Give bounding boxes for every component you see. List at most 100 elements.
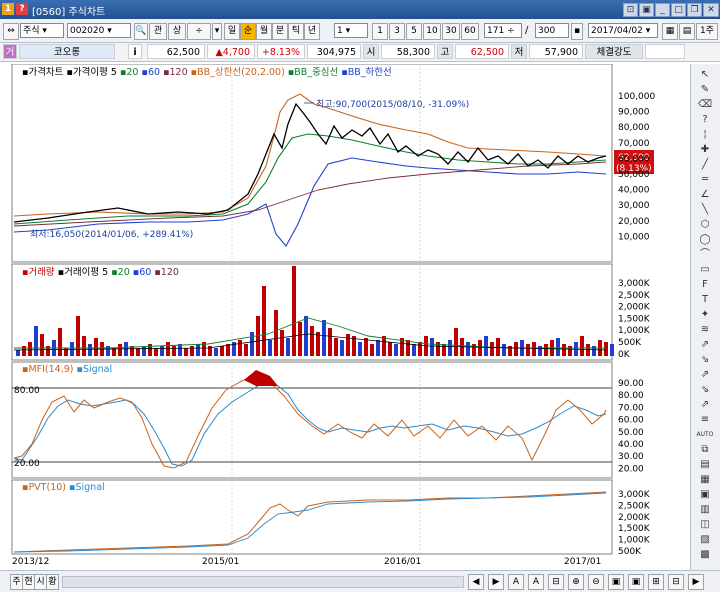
x-tick-label: 2016/01 [384, 557, 421, 567]
hatch-icon[interactable]: ▧ [696, 533, 714, 547]
arrow-up-icon[interactable]: ⇗ [696, 398, 714, 412]
scroll-left-icon[interactable]: ◀ [468, 574, 484, 590]
eraser-icon[interactable]: ⌫ [696, 98, 714, 112]
copy-icon[interactable]: ⧉ [696, 443, 714, 457]
info-icon[interactable]: i [128, 44, 142, 59]
collapse-icon[interactable]: ⊟ [548, 574, 564, 590]
divider-icon[interactable]: ¦ [696, 128, 714, 142]
legend-item: 가격이평 5 [73, 66, 117, 78]
hexagon-icon[interactable]: ⬡ [696, 218, 714, 232]
count-input[interactable]: 171 ÷ [484, 23, 522, 38]
horizontal-line-icon[interactable]: ═ [696, 173, 714, 187]
sang-button[interactable]: 상 [168, 23, 186, 40]
scroll-right-icon[interactable]: ▶ [488, 574, 504, 590]
restore-icon[interactable]: ❐ [687, 3, 702, 17]
period-month[interactable]: 월 [256, 23, 272, 40]
volume-bar [580, 336, 584, 356]
lines-icon[interactable]: ≡ [696, 413, 714, 427]
stock-code-input[interactable]: 002020 ▾ [67, 23, 131, 38]
low-annotation: 최저:16,050(2014/01/06, +289.41%) [30, 229, 193, 240]
period-week[interactable]: 순 [240, 23, 256, 40]
toolbar: ⇔ 주식 ▾ 002020 ▾ 🔍 관 상 ÷ ▾ 일 순 월 분 틱 년 1 … [0, 19, 720, 43]
y-tick-label: 80,000 [618, 123, 650, 133]
help-icon[interactable]: ? [696, 113, 714, 127]
mfi-panel[interactable] [11, 361, 613, 479]
arrow-up-icon[interactable]: ⇗ [696, 368, 714, 382]
save-icon[interactable]: ▣ [608, 574, 624, 590]
wave-icon[interactable]: ≋ [696, 323, 714, 337]
maximize-icon[interactable]: □ [671, 3, 686, 17]
period-day[interactable]: 일 [224, 23, 240, 40]
zoom-out-icon[interactable]: ⊖ [588, 574, 604, 590]
table-icon[interactable]: ▤ [696, 458, 714, 472]
y-tick-label: 70,000 [618, 139, 650, 149]
arrow-up-icon[interactable]: ⇗ [696, 338, 714, 352]
date-input[interactable]: 2017/04/02 ▾ [588, 23, 658, 38]
volume-bar [448, 340, 452, 356]
link-icon[interactable]: ⊡ [623, 3, 638, 17]
play-icon[interactable]: ▶ [688, 574, 704, 590]
close-icon[interactable]: ✕ [703, 3, 719, 17]
trend-line-icon[interactable]: ╱ [696, 158, 714, 172]
scroll-track[interactable] [62, 576, 464, 588]
crosshair-icon[interactable]: ✚ [696, 143, 714, 157]
angle-icon[interactable]: ∠ [696, 188, 714, 202]
quick-10[interactable]: 10 [423, 23, 441, 40]
search-icon[interactable]: 🔍 [134, 23, 148, 40]
dropdown-icon[interactable]: ▾ [212, 23, 222, 40]
tab-hwang[interactable]: 황 [46, 574, 59, 590]
auto-icon[interactable]: AUTO [696, 428, 714, 442]
market-select[interactable]: 주식 ▾ [20, 23, 64, 38]
font-smaller-icon[interactable]: A [528, 574, 544, 590]
interval-select[interactable]: 1 ▾ [334, 23, 368, 38]
text-icon[interactable]: T [696, 293, 714, 307]
fibonacci-icon[interactable]: F [696, 278, 714, 292]
pen-icon[interactable]: ✎ [696, 83, 714, 97]
legend-item: 120 [161, 267, 179, 278]
image-icon[interactable]: ▣ [628, 574, 644, 590]
panel-icon[interactable]: ▣ [696, 488, 714, 502]
period-tick[interactable]: 틱 [288, 23, 304, 40]
nav-arrows-icon[interactable]: ⇔ [3, 23, 19, 40]
font-larger-icon[interactable]: A [508, 574, 524, 590]
arc-icon[interactable]: ⌒ [696, 248, 714, 262]
chart-canvas[interactable]: ▪가격차트 ▪가격이평 5 ▪20 ▪60 ▪120 ▪BB_상한선(20,2.… [8, 64, 688, 570]
y-tick-label: 10,000 [618, 232, 650, 242]
total-input[interactable]: 300 [535, 23, 569, 38]
minimize-icon[interactable]: _ [655, 3, 670, 17]
chart-area[interactable]: ▪가격차트 ▪가격이평 5 ▪20 ▪60 ▪120 ▪BB_상한선(20,2.… [8, 64, 688, 570]
quick-5[interactable]: 5 [406, 23, 422, 40]
shrink-icon[interactable]: ⊟ [668, 574, 684, 590]
page-button[interactable]: 1주 [696, 23, 718, 40]
lock-icon[interactable]: ▪ [571, 23, 583, 40]
quick-3[interactable]: 3 [389, 23, 405, 40]
circle-icon[interactable]: ◯ [696, 233, 714, 247]
gwan-button[interactable]: 관 [149, 23, 167, 40]
expand-icon[interactable]: ⊞ [648, 574, 664, 590]
volume-legend: ▪거래량 ▪거래이평 5 ▪20 ▪60 ▪120 [22, 266, 179, 278]
rectangle-icon[interactable]: ▭ [696, 263, 714, 277]
mfi-level-20: 20.00 [14, 459, 40, 469]
spin-icon[interactable]: ÷ [187, 23, 211, 40]
volume-bar [190, 346, 194, 356]
quick-30[interactable]: 30 [442, 23, 460, 40]
period-minute[interactable]: 분 [272, 23, 288, 40]
zoom-in-icon[interactable]: ⊕ [568, 574, 584, 590]
star-icon[interactable]: ✦ [696, 308, 714, 322]
pin-icon[interactable]: ▣ [639, 3, 654, 17]
grid-icon[interactable]: ▤ [679, 23, 695, 40]
arrow-down-icon[interactable]: ⇘ [696, 383, 714, 397]
help-icon[interactable]: ? [16, 3, 28, 15]
calendar-icon[interactable]: ▦ [662, 23, 678, 40]
columns-icon[interactable]: ▥ [696, 503, 714, 517]
quick-1[interactable]: 1 [372, 23, 388, 40]
diagonal-icon[interactable]: ╲ [696, 203, 714, 217]
quick-60[interactable]: 60 [461, 23, 479, 40]
split-icon[interactable]: ◫ [696, 518, 714, 532]
arrow-down-icon[interactable]: ⇘ [696, 353, 714, 367]
checker-icon[interactable]: ▩ [696, 548, 714, 562]
period-year[interactable]: 년 [304, 23, 320, 40]
legend-item: 거래이평 5 [64, 267, 108, 278]
pointer-icon[interactable]: ↖ [696, 68, 714, 82]
grid-icon[interactable]: ▦ [696, 473, 714, 487]
